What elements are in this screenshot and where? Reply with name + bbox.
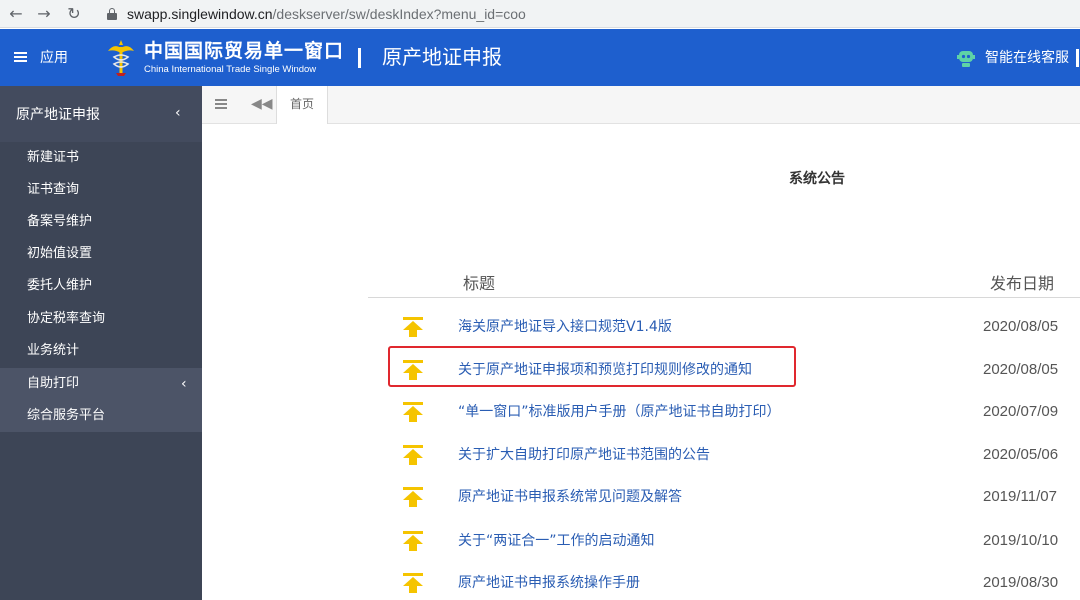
tab-strip: ◀◀ 首页 [202, 86, 1080, 125]
tab-home[interactable]: 首页 [277, 86, 327, 125]
tab-home-label: 首页 [290, 97, 315, 111]
notice-date: 2020/07/09 [983, 403, 1059, 420]
column-header-title: 标题 [463, 274, 496, 293]
sidebar-item-statistics[interactable]: 业务统计 [0, 335, 202, 367]
customs-emblem-logo [108, 40, 134, 76]
notice-row: 原产地证书申报系统常见问题及解答 2019/11/07 [368, 483, 1080, 513]
hamburger-menu-icon[interactable] [14, 52, 27, 63]
notice-link[interactable]: 原产地证书申报系统操作手册 [458, 573, 640, 593]
pin-top-icon [403, 573, 423, 593]
forward-arrow-icon[interactable]: → [34, 4, 54, 24]
notice-section-title: 系统公告 [789, 171, 845, 187]
sidebar-item-label: 综合服务平台 [27, 408, 106, 423]
notice-date: 2020/08/05 [983, 361, 1059, 378]
address-bar[interactable]: swapp.singlewindow.cn/deskserver/sw/desk… [127, 4, 526, 24]
sidebar-item-service-platform[interactable]: 综合服务平台 [0, 400, 202, 432]
notice-link[interactable]: 关于扩大自助打印原产地证书范围的公告 [458, 445, 710, 465]
pin-top-icon [403, 317, 423, 337]
highlight-box [388, 346, 796, 387]
back-arrow-icon[interactable]: ← [6, 4, 26, 24]
tab-divider [327, 86, 328, 124]
notice-date: 2020/08/05 [983, 318, 1059, 335]
sidebar: 原产地证申报 ‹ 新建证书 证书查询 备案号维护 初始值设置 委托人维护 协定税… [0, 86, 202, 600]
tab-menu-icon[interactable] [215, 99, 227, 109]
notice-date: 2020/05/06 [983, 446, 1059, 463]
pin-top-icon [403, 402, 423, 422]
sidebar-item-certificate-query[interactable]: 证书查询 [0, 174, 202, 206]
pin-top-icon [403, 531, 423, 551]
notice-row: 关于扩大自助打印原产地证书范围的公告 2020/05/06 [368, 441, 1080, 471]
sidebar-item-label: 委托人维护 [27, 278, 93, 293]
notice-link[interactable]: 关于“两证合一”工作的启动通知 [458, 531, 655, 551]
double-chevron-left-icon[interactable]: ◀◀ [251, 94, 273, 114]
sidebar-item-label: 业务统计 [27, 343, 80, 358]
sidebar-item-label: 备案号维护 [27, 214, 93, 229]
notice-row: “单一窗口”标准版用户手册（原产地证书自助打印） 2020/07/09 [368, 398, 1080, 428]
sidebar-header[interactable]: 原产地证申报 ‹ [0, 86, 202, 142]
sidebar-item-label: 证书查询 [27, 182, 80, 197]
app-header: 应用 中国国际贸易单一窗口 China International Trade … [0, 29, 1080, 86]
sidebar-item-tariff-query[interactable]: 协定税率查询 [0, 303, 202, 335]
table-header-divider [368, 297, 1080, 298]
sidebar-item-label: 新建证书 [27, 150, 80, 165]
sidebar-item-label: 自助打印 [27, 376, 80, 391]
column-header-date: 发布日期 [990, 274, 1055, 293]
sidebar-header-label: 原产地证申报 [16, 107, 100, 123]
sidebar-item-new-certificate[interactable]: 新建证书 [0, 142, 202, 174]
brand-subtitle: China International Trade Single Window [144, 64, 317, 75]
brand-title: 中国国际贸易单一窗口 [144, 40, 345, 62]
chevron-left-icon[interactable]: ‹ [175, 103, 181, 123]
app-menu-label[interactable]: 应用 [40, 48, 68, 68]
lock-icon [107, 8, 117, 20]
notice-date: 2019/10/10 [983, 532, 1059, 549]
sidebar-item-label: 协定税率查询 [27, 311, 106, 326]
header-divider [358, 48, 361, 68]
url-path: /deskserver/sw/deskIndex?menu_id=coo [272, 6, 526, 22]
page-title: 原产地证申报 [382, 45, 502, 69]
sidebar-item-principal-maintenance[interactable]: 委托人维护 [0, 270, 202, 302]
url-host: swapp.singlewindow.cn [127, 6, 273, 22]
online-service-button[interactable]: 智能在线客服 [955, 46, 1080, 70]
reload-icon[interactable]: ↻ [64, 4, 84, 24]
pin-top-icon [403, 487, 423, 507]
notice-row: 海关原产地证导入接口规范V1.4版 2020/08/05 [368, 313, 1080, 343]
sidebar-item-self-print[interactable]: 自助打印 ‹ [0, 368, 202, 400]
sidebar-item-label: 初始值设置 [27, 246, 93, 261]
chevron-left-icon: ‹ [181, 376, 187, 392]
notice-date: 2019/11/07 [983, 488, 1057, 505]
robot-service-icon [957, 51, 975, 67]
browser-toolbar: ← → ↻ swapp.singlewindow.cn/deskserver/s… [0, 0, 1080, 28]
header-edge-bar [1076, 49, 1079, 67]
notice-row: 原产地证书申报系统操作手册 2019/08/30 [368, 569, 1080, 599]
notice-link[interactable]: 海关原产地证导入接口规范V1.4版 [458, 317, 672, 337]
service-label: 智能在线客服 [985, 50, 1069, 66]
notice-row: 关于“两证合一”工作的启动通知 2019/10/10 [368, 527, 1080, 557]
notice-date: 2019/08/30 [983, 574, 1059, 591]
sidebar-item-record-maintenance[interactable]: 备案号维护 [0, 206, 202, 238]
sidebar-item-initial-settings[interactable]: 初始值设置 [0, 238, 202, 270]
notice-link[interactable]: “单一窗口”标准版用户手册（原产地证书自助打印） [458, 402, 781, 422]
pin-top-icon [403, 445, 423, 465]
notice-link[interactable]: 原产地证书申报系统常见问题及解答 [458, 487, 682, 507]
